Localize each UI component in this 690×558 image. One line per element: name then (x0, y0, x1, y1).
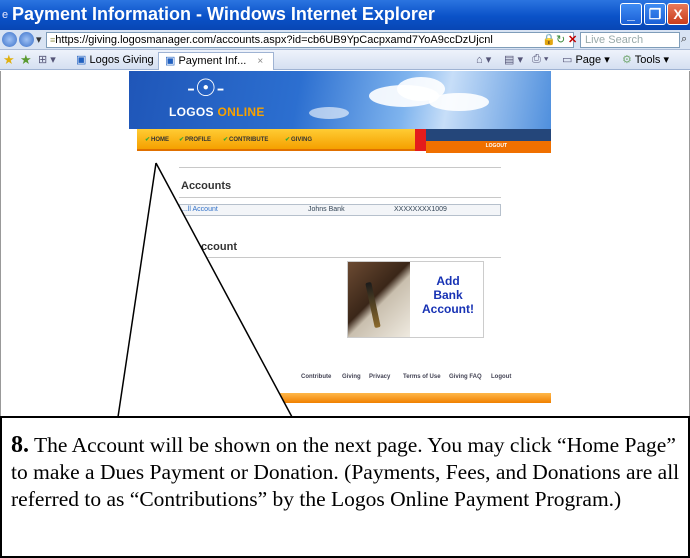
page-menu-label: Page ▾ (575, 54, 610, 66)
logos-site: -☉- LOGOS ONLINE ✔HOME ✔PROFILE ✔CONTRIB… (129, 71, 551, 411)
url-text: https://giving.logosmanager.com/accounts… (55, 34, 493, 46)
footer-link-contribute[interactable]: Contribute (301, 374, 331, 380)
footer-link-giving[interactable]: Giving (342, 374, 361, 380)
site-nav: ✔HOME ✔PROFILE ✔CONTRIBUTE ✔GIVING LOGOU… (137, 129, 551, 153)
add-bank-line-3: Account! (422, 302, 474, 316)
tab-logos-giving[interactable]: ▣ Logos Giving (70, 52, 160, 70)
tab-payment-info[interactable]: ▣ Payment Inf... × (158, 52, 274, 70)
page-menu[interactable]: ▭ Page ▾ (562, 53, 610, 66)
favorites-star-icon[interactable]: ★ (3, 52, 15, 68)
nav-accent (415, 129, 426, 151)
address-input[interactable]: ≡https://giving.logosmanager.com/account… (46, 32, 574, 48)
nav-giving[interactable]: ✔GIVING (285, 136, 312, 143)
feeds-icon[interactable]: ▤ ▾ (504, 53, 523, 66)
address-toolbar: ▾ ≡https://giving.logosmanager.com/accou… (0, 30, 690, 50)
step-text: The Account will be shown on the next pa… (11, 433, 680, 511)
nav-logout[interactable]: LOGOUT (486, 143, 507, 149)
lock-icon[interactable]: 🔒 (542, 33, 556, 46)
tools-gear-icon: ⚙ (622, 54, 635, 66)
nav-contribute[interactable]: ✔CONTRIBUTE (223, 136, 268, 143)
nav-home[interactable]: ✔HOME (145, 136, 169, 143)
accounts-heading: Accounts (181, 180, 232, 192)
home-icon[interactable]: ⌂ ▾ (476, 53, 491, 66)
footer-link-faq[interactable]: Giving FAQ (449, 374, 482, 380)
search-input[interactable]: Live Search (580, 32, 680, 48)
step-number: 8. (11, 432, 29, 458)
ie-icon: e (2, 9, 9, 21)
divider (179, 197, 501, 198)
window-title: Payment Information - Windows Internet E… (12, 4, 435, 24)
page-icon: ▣ (76, 54, 87, 66)
tab-list-icon[interactable]: ⊞ ▾ (38, 53, 56, 66)
nav-profile-label: PROFILE (185, 137, 212, 143)
footer-link-home[interactable]: ...e (257, 374, 265, 380)
footer-link-privacy[interactable]: Privacy (369, 374, 390, 380)
stop-icon[interactable]: ✕ (568, 33, 577, 46)
check-icon: ✔ (223, 137, 229, 143)
page-menu-icon: ▭ (562, 54, 576, 66)
tab-label: Logos Giving (89, 54, 154, 66)
divider (179, 167, 501, 168)
screenshot: e Payment Information - Windows Internet… (0, 0, 690, 558)
check-icon: ✔ (285, 137, 291, 143)
add-bank-line-1: Add (436, 274, 460, 288)
add-bank-line-2: Bank (433, 288, 463, 302)
logo-text-logos: LOGOS (169, 105, 218, 119)
account-type-link[interactable]: ...ll Account (182, 206, 218, 213)
tab-close-icon[interactable]: × (257, 56, 263, 67)
nav-contribute-label: CONTRIBUTE (229, 137, 269, 143)
instruction-text: 8. The Account will be shown on the next… (11, 432, 683, 513)
site-logo[interactable]: LOGOS ONLINE (169, 105, 265, 119)
account-number: XXXXXXXX1009 (394, 206, 447, 213)
browser-content: -☉- LOGOS ONLINE ✔HOME ✔PROFILE ✔CONTRIB… (0, 71, 690, 416)
search-icon[interactable]: ⌕ (681, 33, 687, 46)
maximize-button[interactable]: ❐ (644, 3, 666, 25)
add-account-heading: Account (193, 241, 237, 253)
print-icon[interactable]: ⎙ ▾ (532, 53, 548, 66)
add-favorites-icon[interactable]: ★ (20, 52, 32, 68)
tools-menu-label: Tools ▾ (634, 54, 669, 66)
tools-menu[interactable]: ⚙ Tools ▾ (622, 53, 669, 66)
footer-link-logout[interactable]: Logout (491, 374, 511, 380)
footer-link-terms[interactable]: Terms of Use (403, 374, 441, 380)
refresh-icon[interactable]: ↻ (556, 33, 565, 46)
check-icon: ✔ (145, 137, 151, 143)
minimize-button[interactable]: _ (620, 3, 642, 25)
tab-label: Payment Inf... (178, 55, 247, 67)
add-bank-label: Add Bank Account! (412, 274, 484, 316)
instruction-callout: 8. The Account will be shown on the next… (0, 416, 690, 558)
forward-button[interactable] (19, 32, 34, 47)
divider (179, 257, 501, 258)
dropdown-arrow-icon[interactable]: ▾ (36, 33, 42, 46)
back-button[interactable] (2, 32, 17, 47)
page-icon: ▣ (165, 55, 176, 67)
footer-bar (137, 393, 551, 403)
nav-profile[interactable]: ✔PROFILE (179, 136, 211, 143)
site-banner: -☉- LOGOS ONLINE (129, 71, 551, 129)
sun-logo-icon: -☉- (187, 75, 225, 102)
close-button[interactable]: X (667, 3, 689, 25)
tab-bar: ★ ★ ⊞ ▾ ▣ Logos Giving ▣ Payment Inf... … (0, 50, 690, 70)
account-row[interactable]: ...ll Account Johns Bank XXXXXXXX1009 (179, 204, 501, 216)
logo-text-online: ONLINE (217, 105, 265, 119)
nav-giving-label: GIVING (291, 137, 313, 143)
add-bank-account-button[interactable]: Add Bank Account! (347, 261, 484, 338)
title-bar: e Payment Information - Windows Internet… (0, 0, 690, 30)
check-icon: ✔ (179, 137, 185, 143)
account-bank: Johns Bank (308, 206, 345, 213)
nav-home-label: HOME (151, 137, 170, 143)
